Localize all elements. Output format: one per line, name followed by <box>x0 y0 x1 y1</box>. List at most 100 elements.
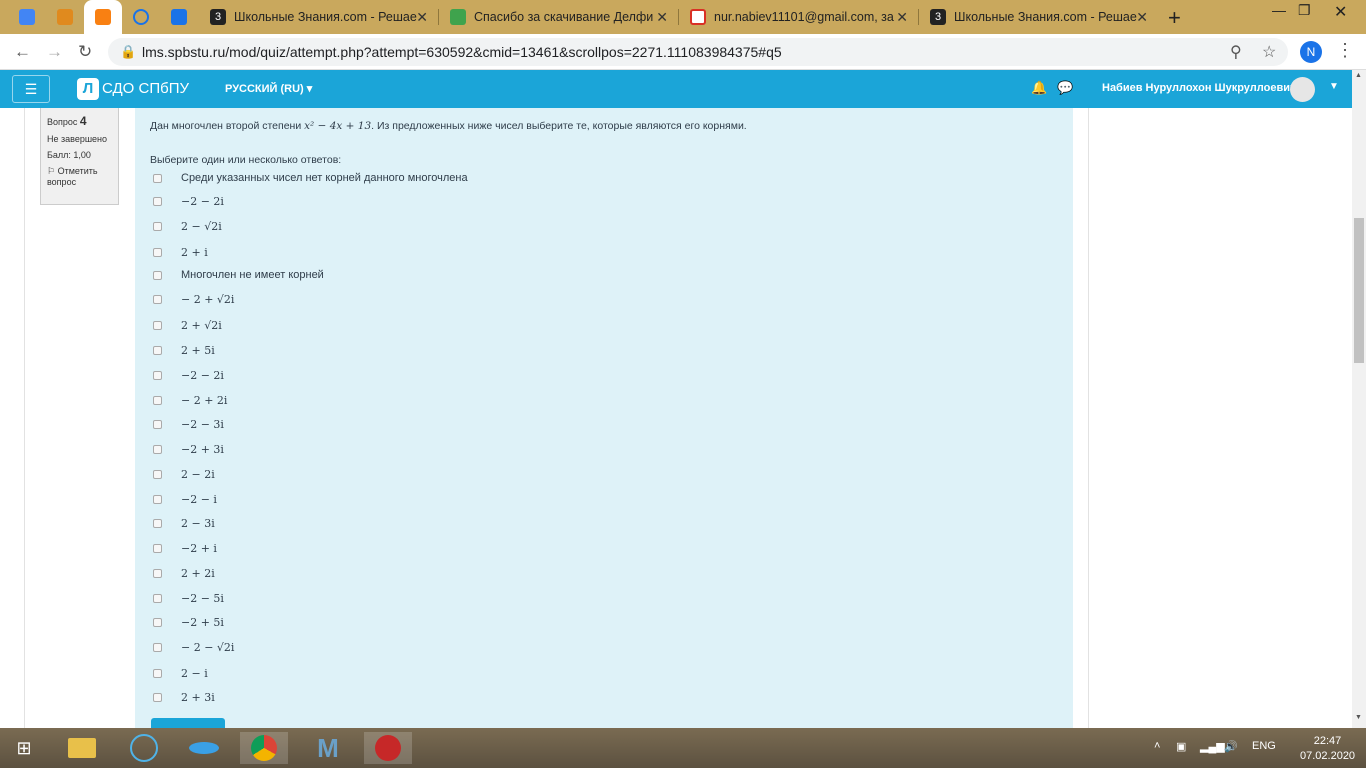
answer-checkbox[interactable] <box>153 618 162 627</box>
browser-menu-icon[interactable]: ⋮ <box>1336 40 1354 61</box>
close-icon[interactable]: ✕ <box>416 9 428 26</box>
answer-checkbox[interactable] <box>153 669 162 678</box>
system-clock[interactable]: 22:47 07.02.2020 <box>1300 734 1355 764</box>
answer-label: −2 − 2i <box>181 195 224 208</box>
answer-label: − 2 + √2i <box>181 293 235 306</box>
file-explorer-icon[interactable] <box>58 732 106 764</box>
window-close-button[interactable]: ✕ <box>1334 2 1347 22</box>
caret-down-icon[interactable]: ▼ <box>1329 81 1339 92</box>
antivirus-icon[interactable] <box>120 732 168 764</box>
question-info-panel: Вопрос 4 Не завершено Балл: 1,00 ⚐ Отмет… <box>40 108 119 205</box>
messages-icon[interactable]: 💬 <box>1057 80 1073 96</box>
input-language[interactable]: ENG <box>1252 740 1276 752</box>
page-scrollbar[interactable]: ▲ ▼ <box>1352 70 1366 728</box>
site-logo-icon[interactable]: Л <box>77 78 99 100</box>
drawer-toggle-button[interactable]: ☰ <box>12 75 50 103</box>
profile-avatar[interactable]: N <box>1300 41 1322 63</box>
answer-checkbox[interactable] <box>153 569 162 578</box>
minimize-button[interactable]: — <box>1272 2 1286 18</box>
back-arrow-icon[interactable]: ← <box>14 42 31 62</box>
app-swoosh-icon[interactable] <box>180 732 228 764</box>
next-page-button[interactable] <box>151 718 225 728</box>
close-icon[interactable]: ✕ <box>896 9 908 26</box>
answer-label: − 2 − √2i <box>181 641 235 654</box>
forward-arrow-icon[interactable]: → <box>46 42 63 62</box>
answer-checkbox[interactable] <box>153 693 162 702</box>
answer-label: 2 + √2i <box>181 319 222 332</box>
answer-checkbox[interactable] <box>153 321 162 330</box>
tab-znanija-1[interactable]: 3 Школьные Знания.com - Решае ✕ <box>200 0 438 34</box>
clock-date: 07.02.2020 <box>1300 750 1356 762</box>
close-icon[interactable]: ✕ <box>1136 9 1148 26</box>
translate-icon <box>19 9 35 25</box>
answer-checkbox[interactable] <box>153 222 162 231</box>
language-menu[interactable]: РУССКИЙ (RU) ▾ <box>225 82 312 95</box>
zoom-icon[interactable]: ⚲ <box>1230 42 1242 62</box>
answer-checkbox[interactable] <box>153 271 162 280</box>
tab-znanija-2[interactable]: 3 Школьные Знания.com - Решае ✕ <box>920 0 1158 34</box>
answer-label: −2 + 5i <box>181 616 224 629</box>
bookmark-star-icon[interactable]: ☆ <box>1262 42 1276 62</box>
answer-checkbox[interactable] <box>153 371 162 380</box>
answer-checkbox[interactable] <box>153 346 162 355</box>
language-label: РУССКИЙ (RU) <box>225 83 304 95</box>
address-bar[interactable]: 🔒 lms.spbstu.ru/mod/quiz/attempt.php?att… <box>108 38 1288 66</box>
answer-checkbox[interactable] <box>153 420 162 429</box>
show-hidden-icons[interactable]: ˄ <box>1154 740 1160 752</box>
answer-label: 2 + i <box>181 246 208 259</box>
tab-pinned-2[interactable] <box>46 0 84 34</box>
tab-gmail[interactable]: nur.nabiev11101@gmail.com, за ✕ <box>680 0 918 34</box>
answer-label: −2 + i <box>181 542 217 555</box>
lock-icon: 🔒 <box>120 44 137 59</box>
answer-checkbox[interactable] <box>153 519 162 528</box>
answer-checkbox[interactable] <box>153 197 162 206</box>
network-error-icon[interactable]: ▣ <box>1176 740 1186 753</box>
tab-title: Спасибо за скачивание Делфи <box>474 10 654 24</box>
restore-button[interactable]: ❐ <box>1298 2 1311 19</box>
signal-icon[interactable]: ▂▄▆ <box>1200 740 1225 753</box>
tab-divider <box>678 9 679 25</box>
page-content: Вопрос 4 Не завершено Балл: 1,00 ⚐ Отмет… <box>0 108 1352 728</box>
tab-title: Школьные Знания.com - Решае <box>954 10 1137 24</box>
answer-checkbox[interactable] <box>153 594 162 603</box>
answer-label: Среди указанных чисел нет корней данного… <box>181 172 468 184</box>
chat-icon <box>171 9 187 25</box>
windows-start-icon[interactable]: ⊞ <box>0 732 48 764</box>
answer-label: −2 − i <box>181 493 217 506</box>
polynomial: x² − 4x + 13 <box>304 120 372 132</box>
answer-checkbox[interactable] <box>153 396 162 405</box>
close-icon[interactable]: ✕ <box>656 9 668 26</box>
answer-checkbox[interactable] <box>153 174 162 183</box>
answer-checkbox[interactable] <box>153 495 162 504</box>
answer-checkbox[interactable] <box>153 445 162 454</box>
question-state: Не завершено <box>47 134 108 144</box>
answer-label: 2 + 3i <box>181 691 215 704</box>
tab-active-moodle[interactable] <box>84 0 122 34</box>
chrome-icon[interactable] <box>240 732 288 764</box>
user-avatar[interactable] <box>1290 77 1315 102</box>
answer-checkbox[interactable] <box>153 470 162 479</box>
answer-checkbox[interactable] <box>153 295 162 304</box>
answer-checkbox[interactable] <box>153 544 162 553</box>
reload-icon[interactable]: ↻ <box>78 42 92 62</box>
tab-pinned-1[interactable] <box>8 0 46 34</box>
answer-checkbox[interactable] <box>153 248 162 257</box>
scrollbar-thumb[interactable] <box>1354 218 1364 363</box>
bank-app-icon[interactable] <box>364 732 412 764</box>
user-name[interactable]: Набиев Нуруллохон Шукруллоевич <box>1102 82 1296 94</box>
bell-icon[interactable]: 🔔 <box>1031 80 1047 96</box>
scroll-up-icon[interactable]: ▲ <box>1355 72 1362 79</box>
volume-icon[interactable]: 🔊 <box>1224 740 1238 753</box>
answer-label: Многочлен не имеет корней <box>181 269 324 281</box>
answer-checkbox[interactable] <box>153 643 162 652</box>
tab-delphi[interactable]: Спасибо за скачивание Делфи ✕ <box>440 0 678 34</box>
new-tab-button[interactable]: + <box>1168 5 1181 31</box>
site-name[interactable]: СДО СПбПУ <box>102 80 189 97</box>
scroll-down-icon[interactable]: ▼ <box>1355 714 1362 721</box>
answer-label: − 2 + 2i <box>181 394 228 407</box>
m-app-icon[interactable]: M <box>304 732 352 764</box>
tab-pinned-5[interactable] <box>160 0 198 34</box>
flag-question-link[interactable]: ⚐ Отметить вопрос <box>47 166 112 187</box>
tab-pinned-4[interactable] <box>122 0 160 34</box>
hamburger-icon: ☰ <box>24 81 38 97</box>
